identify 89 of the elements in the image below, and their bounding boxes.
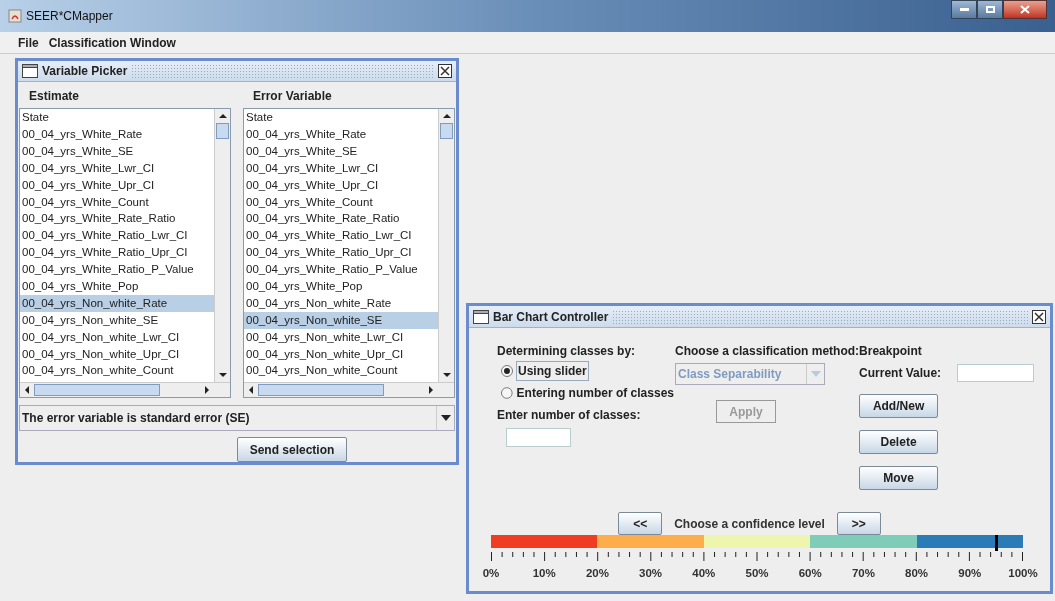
tick-label: 40% xyxy=(692,566,716,581)
list-item[interactable]: 00_04_yrs_Non_white_Upr_CI xyxy=(20,345,214,363)
list-item[interactable]: 00_04_yrs_White_Ratio_Lwr_CI xyxy=(244,227,438,245)
list-item[interactable]: 00_04_yrs_White_Ratio_P_Value xyxy=(244,261,438,278)
list-item[interactable]: 00_04_yrs_Non_white_Count xyxy=(20,362,214,380)
list-item[interactable]: 00_04_yrs_White_Lwr_CI xyxy=(20,159,214,177)
app-icon xyxy=(8,9,22,23)
frame-title: Variable Picker xyxy=(42,63,128,81)
tick-label: 60% xyxy=(798,566,822,581)
list-item[interactable]: 00_04_yrs_White_Ratio_Lwr_CI xyxy=(20,227,214,245)
field-label: Current Value: xyxy=(859,365,942,382)
radio-label[interactable]: Using slider xyxy=(516,361,589,381)
tick-label: 70% xyxy=(851,566,875,581)
list-item[interactable]: 00_04_yrs_Non_white_Upr_CI xyxy=(244,345,438,363)
error-type-dropdown[interactable]: The error variable is standard error (SE) xyxy=(19,405,455,431)
scrollbar-thumb[interactable] xyxy=(34,384,160,397)
section-label: Determining classes by: xyxy=(497,343,637,360)
scrollbar-thumb[interactable] xyxy=(440,123,453,140)
list-item[interactable]: 00_04_yrs_Non_white_Lwr_CI xyxy=(20,328,214,346)
minimize-button[interactable] xyxy=(951,0,977,19)
radio-button[interactable] xyxy=(501,387,513,399)
window-icon xyxy=(473,309,489,324)
tick-label: 100% xyxy=(1008,566,1038,581)
list-item[interactable]: 00_04_yrs_White_Ratio_P_Value xyxy=(20,261,214,278)
action-button[interactable]: Move xyxy=(859,466,939,490)
list-item[interactable]: State xyxy=(244,109,438,126)
horizontal-scrollbar[interactable] xyxy=(20,382,230,398)
slider-label: Choose a confidence level xyxy=(674,515,825,533)
list-item[interactable]: 00_04_yrs_White_Pop xyxy=(244,278,438,295)
list-item[interactable]: 00_04_yrs_White_Ratio_Upr_CI xyxy=(244,244,438,262)
section-label: Breakpoint xyxy=(859,343,923,360)
dropdown-arrow-icon xyxy=(440,415,451,422)
tick-label: 30% xyxy=(639,566,663,581)
previous-button[interactable]: << xyxy=(618,512,663,535)
section-label: Choose a classification method: xyxy=(675,343,860,360)
close-button[interactable] xyxy=(1003,0,1047,19)
tick-label: 80% xyxy=(905,566,929,581)
tick-label: 50% xyxy=(745,566,769,581)
tick-label: 10% xyxy=(532,566,556,581)
list-item[interactable]: 00_04_yrs_Non_white_SE xyxy=(244,311,438,329)
menu-item[interactable]: File xyxy=(18,33,39,52)
menu-item[interactable]: Classification Window xyxy=(48,33,176,52)
list-item[interactable]: 00_04_yrs_White_Rate_Ratio xyxy=(244,210,438,228)
list-item[interactable]: 00_04_yrs_Non_white_Lwr_CI xyxy=(244,328,438,346)
list-item[interactable]: 00_04_yrs_White_SE xyxy=(20,142,214,160)
dropdown-arrow-icon xyxy=(810,371,821,377)
next-button[interactable]: >> xyxy=(836,512,881,535)
list-item[interactable]: 00_04_yrs_Non_white_SE xyxy=(20,311,214,329)
list-item[interactable]: 00_04_yrs_White_Rate_Ratio xyxy=(20,210,214,228)
list-item[interactable]: 00_04_yrs_White_Count xyxy=(244,193,438,211)
list-item[interactable]: 00_04_yrs_White_SE xyxy=(244,142,438,160)
action-button[interactable]: Add/New xyxy=(859,394,939,418)
tick-label: 0% xyxy=(482,566,500,581)
list-item[interactable]: 00_04_yrs_White_Rate xyxy=(244,126,438,143)
tick-label: 90% xyxy=(958,566,982,581)
column-label: Error Variable xyxy=(252,88,333,106)
list-item[interactable]: State xyxy=(20,109,214,126)
list-item[interactable]: 00_04_yrs_White_Pop xyxy=(20,278,214,295)
list-item[interactable]: 00_04_yrs_Non_white_Count xyxy=(244,362,438,380)
field-label: Enter number of classes: xyxy=(497,407,642,424)
radio-label[interactable]: Entering number of classes xyxy=(515,384,675,402)
number-input[interactable] xyxy=(506,428,571,447)
list-item[interactable]: 00_04_yrs_White_Count xyxy=(20,193,214,211)
slider-thumb[interactable] xyxy=(994,535,998,551)
vertical-scrollbar[interactable] xyxy=(214,109,230,383)
list-item[interactable]: 00_04_yrs_White_Rate xyxy=(20,126,214,143)
window-title: SEER*CMapper xyxy=(26,8,113,25)
send-selection-button[interactable]: Send selection xyxy=(237,437,347,462)
horizontal-scrollbar[interactable] xyxy=(244,382,454,398)
scrollbar-thumb[interactable] xyxy=(216,123,229,140)
column-label: Estimate xyxy=(28,88,81,106)
window-icon xyxy=(22,64,38,79)
scrollbar-thumb[interactable] xyxy=(258,384,384,397)
frame-title: Bar Chart Controller xyxy=(493,308,609,326)
close-icon[interactable] xyxy=(1032,309,1046,324)
list-item[interactable]: 00_04_yrs_White_Lwr_CI xyxy=(244,159,438,177)
action-button[interactable]: Delete xyxy=(859,430,939,454)
tick-label: 20% xyxy=(585,566,609,581)
maximize-button[interactable] xyxy=(977,0,1003,19)
vertical-scrollbar[interactable] xyxy=(438,109,454,383)
confidence-slider-track[interactable] xyxy=(491,535,1023,548)
list-item[interactable]: 00_04_yrs_Non_white_Rate xyxy=(20,294,214,312)
list-item[interactable]: 00_04_yrs_White_Upr_CI xyxy=(244,176,438,194)
list-item[interactable]: 00_04_yrs_White_Ratio_Upr_CI xyxy=(20,244,214,262)
list-item[interactable]: 00_04_yrs_White_Upr_CI xyxy=(20,176,214,194)
list-item[interactable]: 00_04_yrs_Non_white_Rate xyxy=(244,294,438,312)
radio-button[interactable] xyxy=(501,365,513,377)
current-value-input[interactable] xyxy=(957,364,1035,382)
close-icon[interactable] xyxy=(438,64,452,79)
